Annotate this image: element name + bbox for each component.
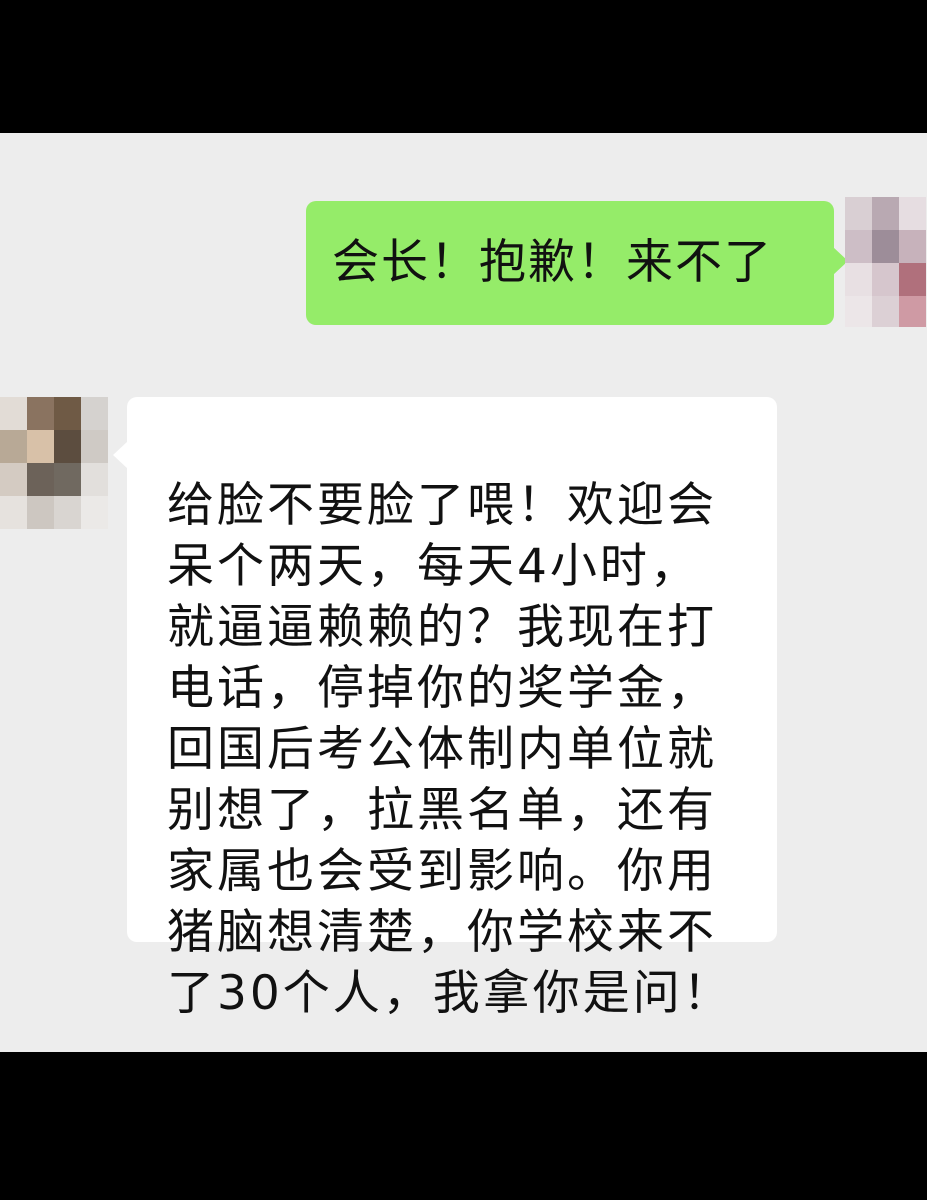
received-message-bubble[interactable]: 给脸不要脸了喂！欢迎会 呆个两天，每天4小时， 就逼逼赖赖的？我现在打 电话，停… — [113, 397, 777, 1021]
sent-message-bubble[interactable]: 会长！抱歉！来不了 — [306, 201, 848, 325]
sender-avatar[interactable] — [845, 197, 927, 327]
sent-message-text: 会长！抱歉！来不了 — [332, 235, 773, 291]
letterbox-bottom — [0, 1052, 927, 1200]
chat-message-area[interactable]: 会长！抱歉！来不了 给脸不要脸了喂！欢迎会 呆个两天，每天4小时， 就逼逼赖赖的… — [0, 133, 927, 1052]
received-message-text: 给脸不要脸了喂！欢迎会 呆个两天，每天4小时， 就逼逼赖赖的？我现在打 电话，停… — [167, 478, 733, 1021]
letterbox-top — [0, 0, 927, 133]
contact-avatar[interactable] — [0, 397, 110, 533]
